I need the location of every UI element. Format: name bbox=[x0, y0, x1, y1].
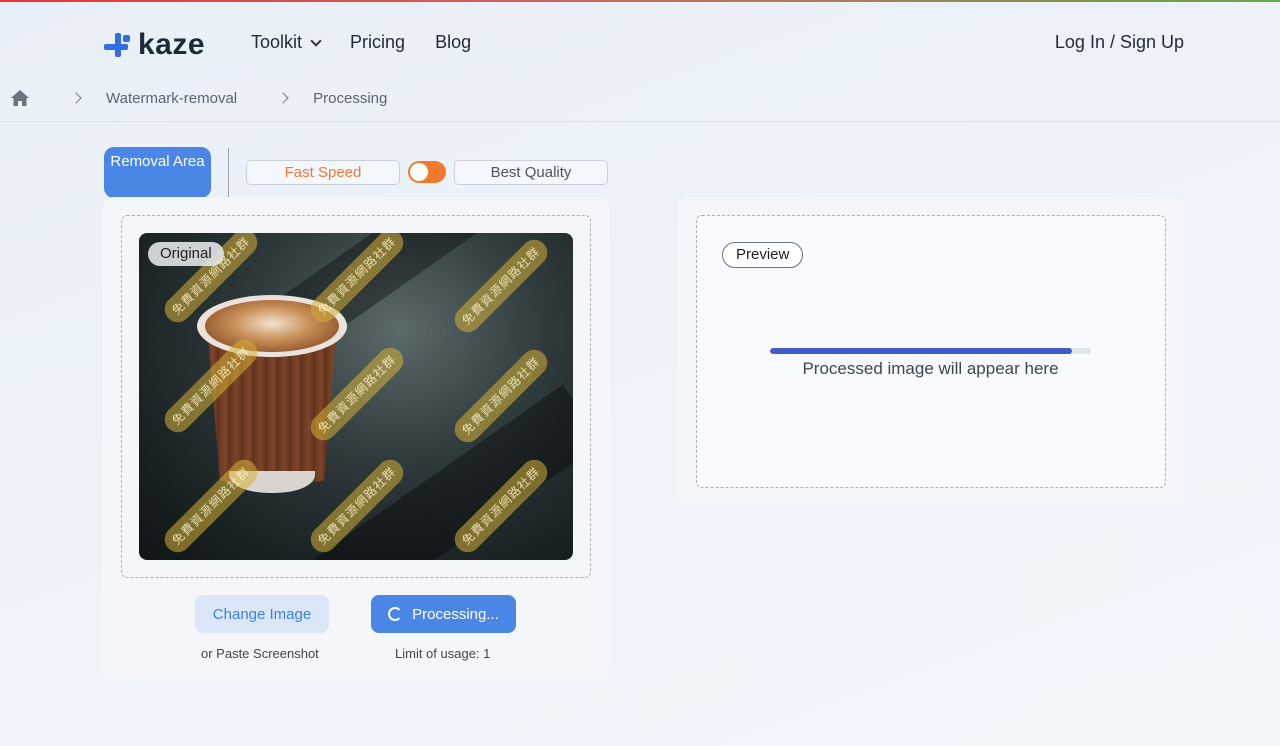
nav-toolkit[interactable]: Toolkit bbox=[251, 32, 322, 53]
removal-area-button[interactable]: Removal Area bbox=[104, 147, 211, 198]
brand-name: kaze bbox=[138, 28, 206, 61]
brand-logo[interactable]: kaze bbox=[104, 28, 205, 62]
original-image: 免費資源網路社群 免費資源網路社群 免費資源網路社群 免費資源網路社群 免費資源… bbox=[139, 233, 573, 560]
best-quality-button[interactable]: Best Quality bbox=[454, 160, 608, 185]
spinner-icon bbox=[388, 607, 403, 621]
site-header: kaze Toolkit Pricing Blog Log In / Sign … bbox=[0, 0, 1280, 86]
processing-button[interactable]: Processing... bbox=[371, 595, 516, 633]
usage-limit: Limit of usage: 1 bbox=[395, 646, 491, 661]
breadcrumb-processing: Processing bbox=[313, 89, 388, 107]
speed-quality-toggle[interactable] bbox=[408, 161, 446, 183]
paste-screenshot-hint: or Paste Screenshot bbox=[201, 646, 319, 661]
preview-tag: Preview bbox=[722, 242, 804, 268]
chevron-down-icon bbox=[310, 34, 322, 47]
login-signup-link[interactable]: Log In / Sign Up bbox=[1055, 32, 1184, 53]
chevron-right-icon bbox=[70, 92, 82, 104]
watermark-text: 免費資源網路社群 bbox=[449, 234, 553, 338]
nav-blog[interactable]: Blog bbox=[435, 32, 471, 53]
progress-bar bbox=[770, 348, 1091, 354]
fast-speed-button[interactable]: Fast Speed bbox=[246, 160, 400, 185]
chevron-right-icon bbox=[277, 92, 289, 104]
header-divider bbox=[0, 121, 1280, 122]
breadcrumb-watermark-removal[interactable]: Watermark-removal bbox=[106, 90, 237, 107]
nav-pricing[interactable]: Pricing bbox=[350, 32, 405, 53]
original-tag: Original bbox=[148, 242, 224, 266]
main-nav: Toolkit Pricing Blog bbox=[251, 32, 471, 53]
home-icon[interactable] bbox=[10, 89, 30, 107]
nav-toolkit-label: Toolkit bbox=[251, 32, 303, 52]
breadcrumb: Watermark-removal Processing bbox=[10, 86, 387, 110]
kaze-logo-icon bbox=[104, 31, 132, 59]
preview-placeholder-text: Processed image will appear here bbox=[802, 359, 1059, 378]
toggle-knob bbox=[410, 163, 428, 181]
processing-label: Processing... bbox=[412, 605, 499, 623]
change-image-button[interactable]: Change Image bbox=[195, 595, 329, 633]
progress-fill bbox=[770, 348, 1072, 354]
toolbar-divider bbox=[228, 148, 229, 198]
